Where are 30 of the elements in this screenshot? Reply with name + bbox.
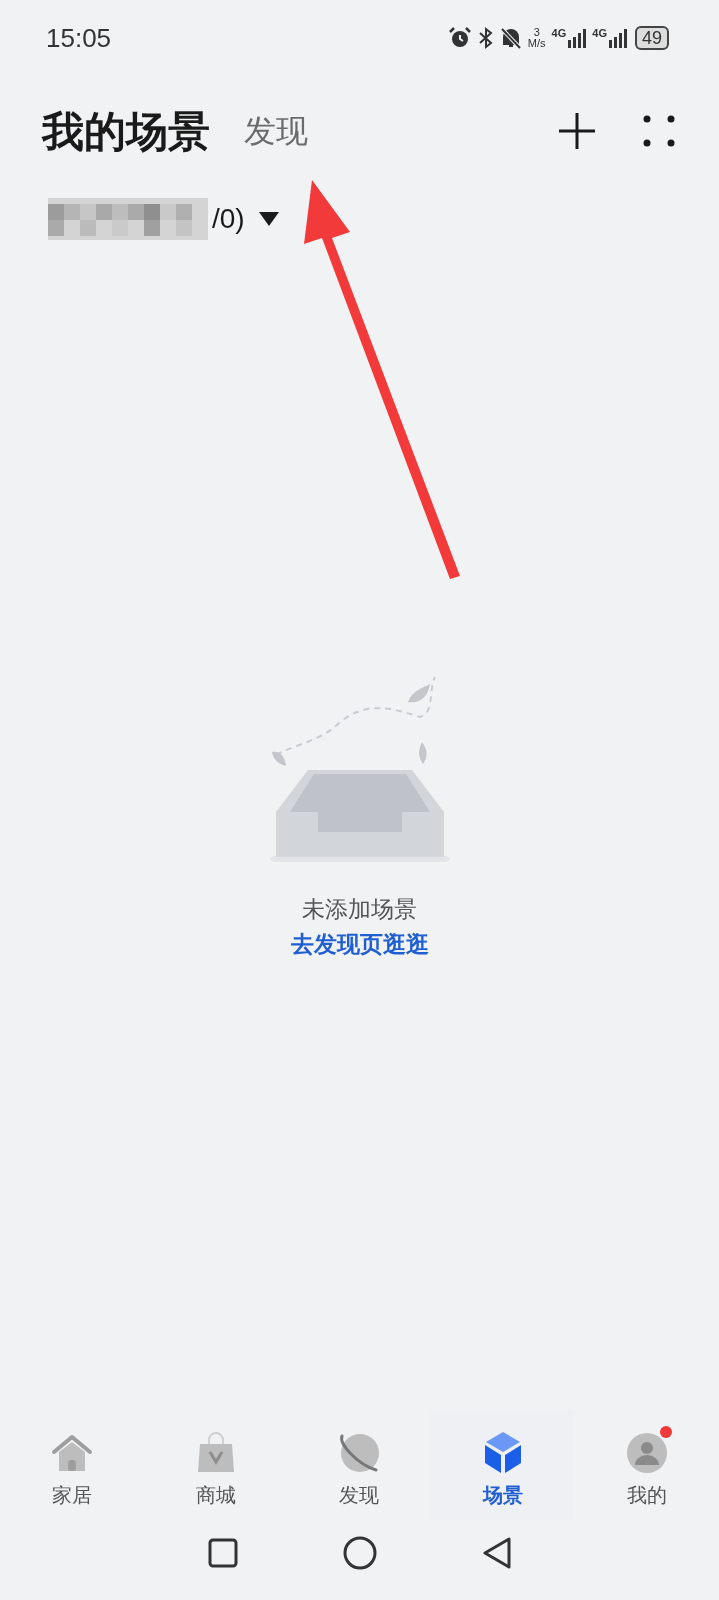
discover-link[interactable]: 去发现页逛逛 xyxy=(290,926,429,961)
more-button[interactable] xyxy=(641,113,677,149)
home-selector[interactable]: /0) xyxy=(48,198,279,240)
speed-value: 3 xyxy=(533,27,540,38)
network-type: 4G xyxy=(551,28,567,39)
header-tab[interactable]: 我的场景 xyxy=(42,99,210,163)
header-tab[interactable]: 发现 xyxy=(244,107,308,155)
nav-tab[interactable]: 我的 xyxy=(575,1410,719,1520)
house-icon xyxy=(49,1434,94,1474)
recent-apps-button[interactable] xyxy=(207,1538,238,1568)
speed-unit: M/s xyxy=(527,38,546,49)
network-type: 4G xyxy=(592,28,607,39)
planet-icon xyxy=(337,1432,382,1474)
signal-icon xyxy=(608,28,627,48)
shopping-bag-icon xyxy=(195,1432,236,1474)
nav-tab[interactable]: 发现 xyxy=(287,1410,432,1520)
avatar-icon xyxy=(626,1432,669,1474)
status-time: 15:05 xyxy=(46,21,112,55)
nav-tab[interactable]: 家居 xyxy=(0,1410,144,1520)
battery-indicator: 49 xyxy=(634,26,669,50)
nav-tab[interactable]: 商城 xyxy=(143,1410,288,1520)
muted-bell-icon xyxy=(499,26,522,50)
back-button[interactable] xyxy=(481,1536,512,1570)
signal-icon xyxy=(568,28,587,48)
bluetooth-icon xyxy=(477,26,494,50)
home-button[interactable] xyxy=(342,1536,377,1570)
dropdown-triangle-icon xyxy=(258,212,279,226)
cube-icon xyxy=(483,1430,524,1474)
alarm-icon xyxy=(447,26,472,50)
empty-message: 未添加场景 xyxy=(302,895,417,924)
